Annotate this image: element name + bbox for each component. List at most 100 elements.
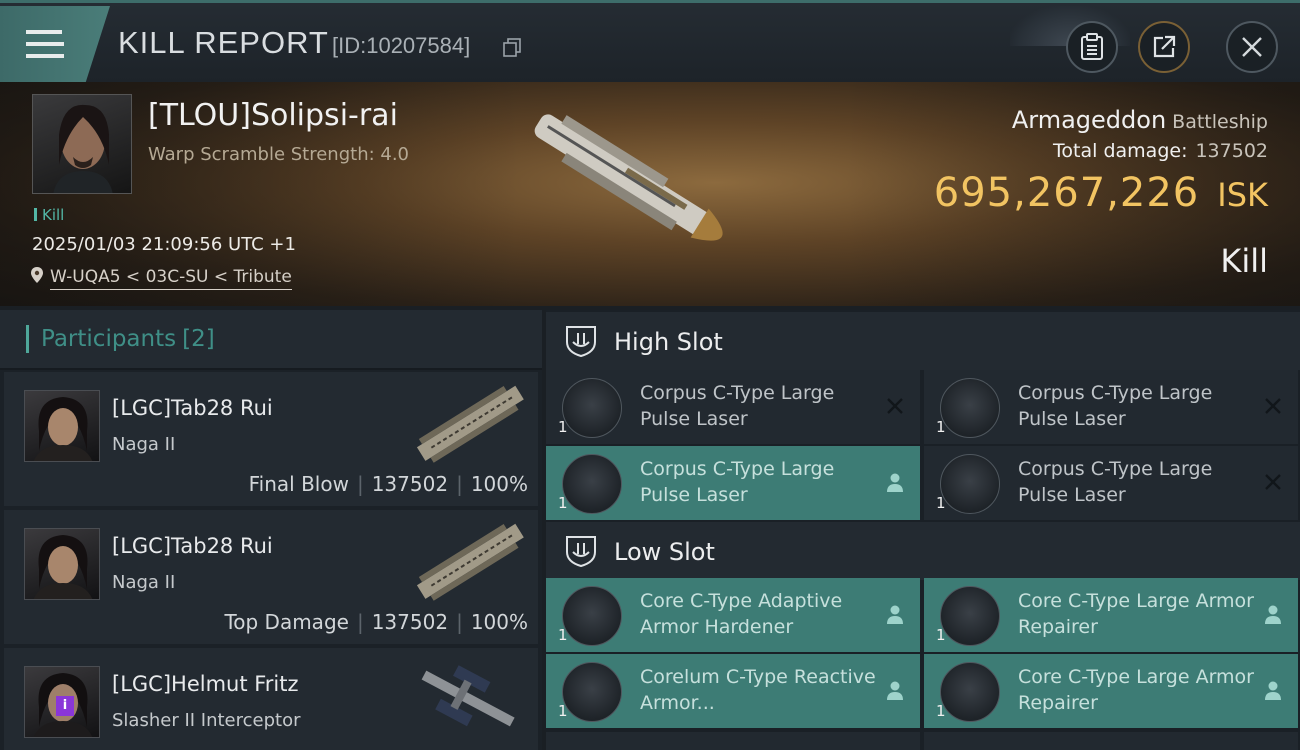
participant-ship-image <box>421 665 515 727</box>
total-damage-value: 137502 <box>1195 140 1268 162</box>
participant-name: [LGC]Tab28 Rui <box>112 396 273 420</box>
warp-scramble-strength: Warp Scramble Strength: 4.0 <box>148 144 410 165</box>
share-button[interactable] <box>1138 21 1190 73</box>
copy-icon[interactable] <box>502 37 522 57</box>
participant-ship-image <box>416 385 524 463</box>
low-slot-icon <box>566 536 596 568</box>
kill-location[interactable]: W-UQA5 < 03C-SU < Tribute <box>30 266 292 290</box>
menu-button[interactable] <box>0 6 110 82</box>
module-name: Corpus C-Type Large Pulse Laser <box>1018 382 1213 430</box>
victim-ship-image <box>534 114 723 241</box>
module-name: Core C-Type Large Armor Repairer <box>1018 590 1254 638</box>
hamburger-icon <box>26 30 64 60</box>
participant-name: [LGC]Helmut Fritz <box>112 672 299 696</box>
module-name: Corpus C-Type Large Pulse Laser <box>640 382 835 430</box>
module-item[interactable]: 1 Corpus C-Type Large Pulse Laser <box>924 370 1298 444</box>
low-slot-label: Low Slot <box>614 538 715 566</box>
module-item[interactable]: 1 Core C-Type Adaptive Armor Hardener <box>546 578 920 652</box>
participant-stats: Top Damage | 137502 | 100% <box>224 610 528 634</box>
participant-ship: Naga II <box>112 434 176 455</box>
clipboard-button[interactable] <box>1066 21 1118 73</box>
module-item[interactable]: 1 Corpus C-Type Large Pulse Laser <box>546 370 920 444</box>
module-quantity: 1 <box>558 418 568 436</box>
victim-summary: [TLOU]Solipsi-rai Warp Scramble Strength… <box>0 82 1300 306</box>
armor-repairer-icon <box>940 586 1000 646</box>
module-quantity: 1 <box>936 418 946 436</box>
isk-value: 695,267,226 ISK <box>934 170 1268 216</box>
person-icon <box>887 473 903 492</box>
destroyed-icon <box>1265 474 1281 490</box>
participant-ship-image <box>416 523 524 601</box>
location-pin-icon <box>31 267 43 283</box>
person-icon <box>887 681 903 700</box>
high-slot-icon <box>566 326 596 358</box>
module-name: Core C-Type Adaptive Armor Hardener <box>640 590 843 638</box>
pulse-laser-icon <box>940 454 1000 514</box>
share-icon <box>1153 35 1176 58</box>
module-name: Corpus C-Type Large Pulse Laser <box>1018 458 1213 506</box>
participant-percent: 100% <box>470 472 528 496</box>
module-quantity: 1 <box>558 702 568 720</box>
module-item[interactable] <box>546 732 920 750</box>
module-item[interactable]: 1 Corelum C-Type Reactive Armor... <box>546 654 920 728</box>
participants-label: Participants <box>41 326 177 352</box>
participant-avatar <box>24 528 100 600</box>
victim-avatar[interactable] <box>32 94 132 194</box>
close-icon <box>1242 37 1262 57</box>
module-item[interactable]: 1 Corpus C-Type Large Pulse Laser <box>924 446 1298 520</box>
participant-card[interactable]: i [LGC]Helmut Fritz Slasher II Intercept… <box>4 648 538 750</box>
participants-header: Participants [2] <box>0 310 542 370</box>
page-title: KILL REPORT <box>118 25 329 60</box>
module-item[interactable]: 1 Core C-Type Large Armor Repairer <box>924 578 1298 652</box>
participants-panel: Participants [2] [LGC]Tab28 Rui Naga II … <box>0 310 542 750</box>
high-slot-label: High Slot <box>614 328 723 356</box>
isk-amount: 695,267,226 <box>933 170 1200 216</box>
participants-count: [2] <box>182 326 215 352</box>
kill-result: Kill <box>1220 242 1268 280</box>
kill-tag: Kill <box>34 206 64 224</box>
pulse-laser-icon <box>562 378 622 438</box>
report-id: [ID:10207584] <box>332 33 471 58</box>
participant-ship: Slasher II Interceptor <box>112 710 301 731</box>
clipboard-icon <box>1081 33 1103 60</box>
high-slot-header: High Slot <box>546 312 1300 370</box>
participant-damage: 137502 <box>371 610 449 634</box>
module-item[interactable]: 1 Core C-Type Large Armor Repairer <box>924 654 1298 728</box>
participant-ship: Naga II <box>112 572 176 593</box>
participant-stats: Final Blow | 137502 | 100% <box>248 472 528 496</box>
total-damage: Total damage: 137502 <box>1053 140 1268 162</box>
person-icon <box>1265 605 1281 624</box>
total-damage-label: Total damage: <box>1053 140 1188 162</box>
participant-card[interactable]: [LGC]Tab28 Rui Naga II Final Blow | 137502… <box>4 372 538 506</box>
armor-repairer-icon <box>940 662 1000 722</box>
low-slot-header: Low Slot <box>546 522 1300 580</box>
participant-damage: 137502 <box>371 472 449 496</box>
isk-unit: ISK <box>1217 176 1268 214</box>
participant-card[interactable]: [LGC]Tab28 Rui Naga II Top Damage | 137502… <box>4 510 538 644</box>
location-link[interactable]: W-UQA5 < 03C-SU < Tribute <box>50 267 292 290</box>
close-button[interactable] <box>1226 21 1278 73</box>
module-item[interactable] <box>924 732 1298 750</box>
module-quantity: 1 <box>558 494 568 512</box>
destroyed-icon <box>887 398 903 414</box>
participant-role: Final Blow <box>248 472 349 496</box>
participant-percent: 100% <box>470 610 528 634</box>
participant-avatar <box>24 390 100 462</box>
ship-name: Armageddon <box>1011 106 1167 134</box>
reactive-armor-icon <box>562 662 622 722</box>
module-item[interactable]: 1 Corpus C-Type Large Pulse Laser <box>546 446 920 520</box>
module-quantity: 1 <box>558 626 568 644</box>
module-quantity: 1 <box>936 702 946 720</box>
person-icon <box>1265 681 1281 700</box>
armor-hardener-icon <box>562 586 622 646</box>
participant-role: Top Damage <box>224 610 349 634</box>
participant-name: [LGC]Tab28 Rui <box>112 534 273 558</box>
module-name: Corpus C-Type Large Pulse Laser <box>640 458 835 506</box>
ship-class: Battleship <box>1172 111 1268 133</box>
kill-datetime: 2025/01/03 21:09:56 UTC +1 <box>32 234 296 255</box>
victim-name[interactable]: [TLOU]Solipsi-rai <box>148 98 398 133</box>
module-quantity: 1 <box>936 494 946 512</box>
header-bar: KILL REPORT [ID:10207584] <box>0 0 1300 82</box>
pulse-laser-icon <box>562 454 622 514</box>
destroyed-icon <box>1265 398 1281 414</box>
